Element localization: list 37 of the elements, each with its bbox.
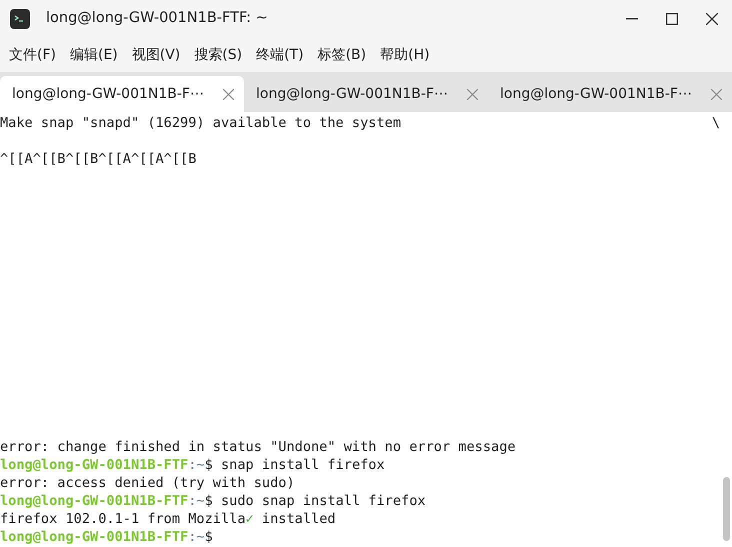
terminal-text: Make snap "snapd" (16299) available to the system [0, 114, 402, 132]
line-continuation: \ [712, 114, 720, 132]
tab[interactable]: long@long-GW-001N1B-F⋯ [0, 76, 244, 112]
close-icon[interactable] [711, 88, 722, 100]
prompt-path: :~ [188, 456, 205, 474]
menu-item[interactable]: 标签(B) [312, 40, 372, 70]
tab-label: long@long-GW-001N1B-F⋯ [12, 84, 204, 104]
terminal-text: error: change finished in status "Undone" with no error message [0, 438, 516, 456]
terminal-text: ^[[A^[[B^[[B^[[A^[[A^[[B [0, 150, 196, 168]
prompt-path: :~ [188, 492, 205, 510]
terminal-text: $ snap install firefox [204, 456, 385, 474]
tab-label: long@long-GW-001N1B-F⋯ [500, 84, 692, 104]
prompt-host: long@long-GW-001N1B-FTF [0, 528, 188, 546]
terminal-text: installed [260, 510, 336, 528]
minimize-icon [626, 18, 638, 20]
terminal-text: $ sudo snap install firefox [204, 492, 426, 510]
close-icon[interactable] [223, 88, 234, 100]
menu-item[interactable]: 搜索(S) [189, 40, 248, 70]
maximize-icon [666, 13, 678, 25]
menu-item[interactable]: 编辑(E) [64, 40, 123, 70]
menu-item[interactable]: 终端(T) [251, 40, 309, 70]
terminal-app-icon [10, 9, 30, 29]
prompt-host: long@long-GW-001N1B-FTF [0, 492, 188, 510]
menu-item[interactable]: 视图(V) [126, 40, 186, 70]
close-icon[interactable] [467, 88, 478, 100]
menu-item[interactable]: 文件(F) [4, 40, 61, 70]
window-title: long@long-GW-001N1B-FTF: ~ [46, 9, 268, 28]
tab-label: long@long-GW-001N1B-F⋯ [256, 84, 448, 104]
close-icon [706, 13, 718, 25]
menu-item[interactable]: 帮助(H) [375, 40, 435, 70]
terminal-text: $ [204, 528, 213, 546]
terminal-text: firefox 102.0.1-1 from Mozilla [0, 510, 246, 528]
check-mark: ✓ [246, 510, 254, 528]
prompt-host: long@long-GW-001N1B-FTF [0, 456, 188, 474]
scrollbar[interactable] [723, 477, 730, 541]
terminal-text: error: access denied (try with sudo) [0, 474, 295, 492]
prompt-path: :~ [188, 528, 205, 546]
